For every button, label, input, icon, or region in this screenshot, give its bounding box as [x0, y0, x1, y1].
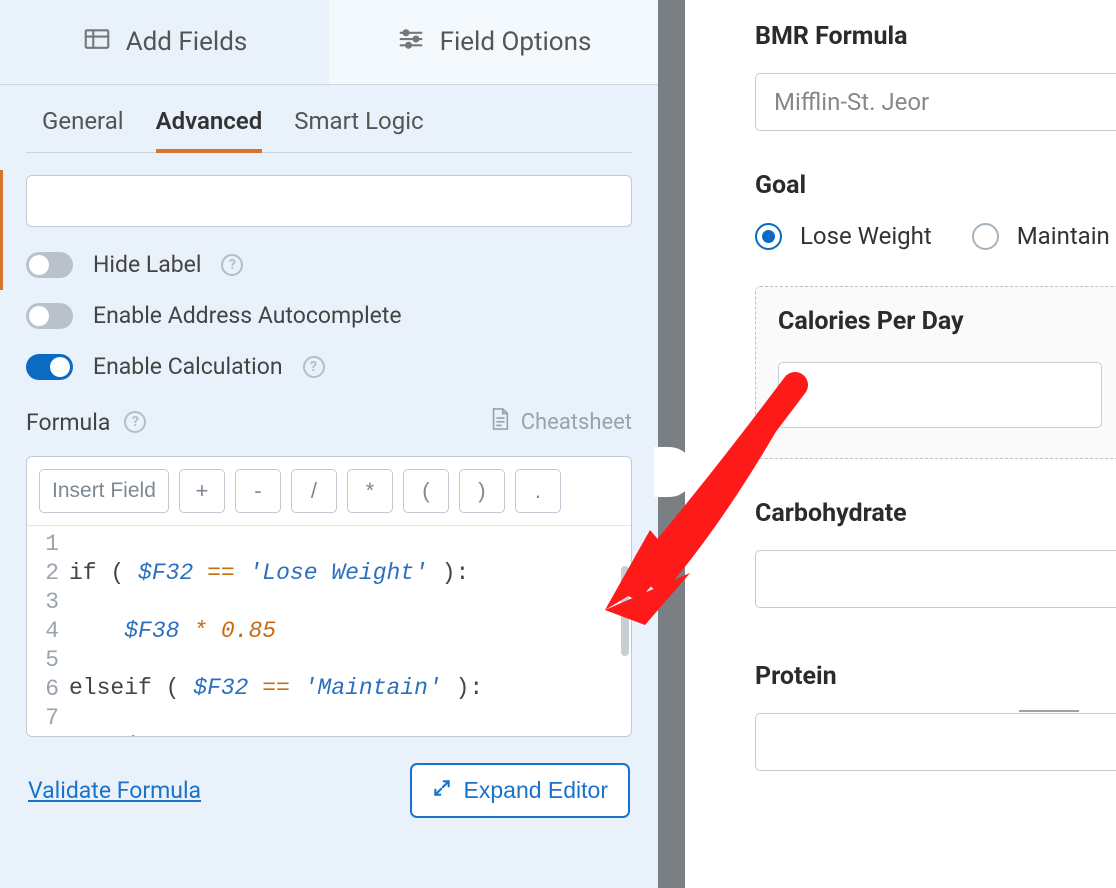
- editor-footer: Validate Formula Expand Editor: [26, 763, 632, 818]
- document-icon: [489, 406, 511, 438]
- carbohydrate-label: Carbohydrate: [755, 499, 1116, 528]
- sub-tab-general[interactable]: General: [42, 107, 124, 152]
- hide-label-text: Hide Label: [93, 251, 201, 278]
- expand-editor-button[interactable]: Expand Editor: [410, 763, 630, 818]
- bmr-formula-select[interactable]: Mifflin-St. Jeor: [755, 73, 1116, 131]
- active-field-indicator: [0, 170, 3, 290]
- goal-lose-label: Lose Weight: [800, 222, 932, 250]
- help-icon[interactable]: ?: [303, 356, 325, 378]
- calories-label: Calories Per Day: [778, 307, 1102, 336]
- sub-tabs: General Advanced Smart Logic: [26, 85, 632, 153]
- hide-label-toggle[interactable]: [26, 252, 73, 278]
- radio-icon: [755, 223, 782, 250]
- sliders-icon: [396, 24, 426, 61]
- panel-body: General Advanced Smart Logic Hide Label …: [0, 85, 658, 888]
- protein-label: Protein: [755, 662, 1116, 691]
- op-dot-button[interactable]: .: [515, 469, 561, 513]
- calories-input[interactable]: [778, 362, 1102, 428]
- formula-label-wrap: Formula ?: [26, 409, 146, 436]
- op-rparen-button[interactable]: ): [459, 469, 505, 513]
- expand-icon: [432, 777, 452, 804]
- line-gutter: 1234567: [27, 530, 69, 732]
- operator-row: Insert Field + - / * ( ) .: [27, 457, 631, 526]
- bmr-formula-value: Mifflin-St. Jeor: [774, 88, 929, 116]
- formula-editor: Insert Field + - / * ( ) . 1234567 if ( …: [26, 456, 632, 737]
- default-value-input[interactable]: [26, 175, 632, 227]
- sub-tab-advanced[interactable]: Advanced: [156, 107, 263, 153]
- insert-field-button[interactable]: Insert Field: [39, 469, 169, 513]
- goal-label: Goal: [755, 171, 1116, 200]
- formula-label: Formula: [26, 409, 110, 436]
- op-plus-button[interactable]: +: [179, 469, 225, 513]
- cheatsheet-text: Cheatsheet: [521, 410, 632, 435]
- goal-lose-option[interactable]: Lose Weight: [755, 222, 932, 250]
- sub-tab-smart-logic[interactable]: Smart Logic: [294, 107, 423, 152]
- tab-add-fields[interactable]: Add Fields: [0, 0, 329, 84]
- panel-divider-handle[interactable]: [654, 447, 694, 497]
- enable-calculation-toggle[interactable]: [26, 354, 73, 380]
- hide-label-row: Hide Label ?: [26, 251, 632, 278]
- address-autocomplete-toggle[interactable]: [26, 303, 73, 329]
- tab-add-fields-label: Add Fields: [126, 27, 248, 57]
- tab-field-options[interactable]: Field Options: [329, 0, 658, 84]
- top-tabs: Add Fields Field Options: [0, 0, 658, 85]
- code-area[interactable]: 1234567 if ( $F32 == 'Lose Weight' ): $F…: [27, 526, 631, 736]
- carbohydrate-input[interactable]: [755, 550, 1116, 608]
- address-autocomplete-text: Enable Address Autocomplete: [93, 302, 402, 329]
- cheatsheet-link[interactable]: Cheatsheet: [489, 406, 632, 438]
- right-preview-panel: BMR Formula Mifflin-St. Jeor Goal Lose W…: [735, 0, 1116, 888]
- op-lparen-button[interactable]: (: [403, 469, 449, 513]
- validate-formula-link[interactable]: Validate Formula: [28, 777, 201, 804]
- panel-divider[interactable]: [658, 0, 685, 888]
- op-divide-button[interactable]: /: [291, 469, 337, 513]
- help-icon[interactable]: ?: [124, 411, 146, 433]
- address-autocomplete-row: Enable Address Autocomplete: [26, 302, 632, 329]
- left-panel: Add Fields Field Options General Advance…: [0, 0, 658, 888]
- goal-maintain-option[interactable]: Maintain: [972, 222, 1110, 250]
- goal-radio-group: Lose Weight Maintain: [755, 222, 1116, 250]
- bmr-formula-label: BMR Formula: [755, 22, 1116, 51]
- code-lines[interactable]: if ( $F32 == 'Lose Weight' ): $F38 * 0.8…: [69, 530, 631, 732]
- help-icon[interactable]: ?: [221, 254, 243, 276]
- calories-per-day-field[interactable]: Calories Per Day: [755, 286, 1116, 459]
- tab-field-options-label: Field Options: [440, 27, 592, 57]
- op-multiply-button[interactable]: *: [347, 469, 393, 513]
- protein-input[interactable]: [755, 713, 1116, 771]
- op-minus-button[interactable]: -: [235, 469, 281, 513]
- expand-editor-label: Expand Editor: [464, 777, 608, 804]
- enable-calculation-row: Enable Calculation ?: [26, 353, 632, 380]
- add-fields-icon: [82, 24, 112, 61]
- enable-calculation-text: Enable Calculation: [93, 353, 283, 380]
- formula-header: Formula ? Cheatsheet: [26, 406, 632, 438]
- radio-icon: [972, 223, 999, 250]
- goal-maintain-label: Maintain: [1017, 222, 1110, 250]
- code-scrollbar[interactable]: [621, 566, 629, 656]
